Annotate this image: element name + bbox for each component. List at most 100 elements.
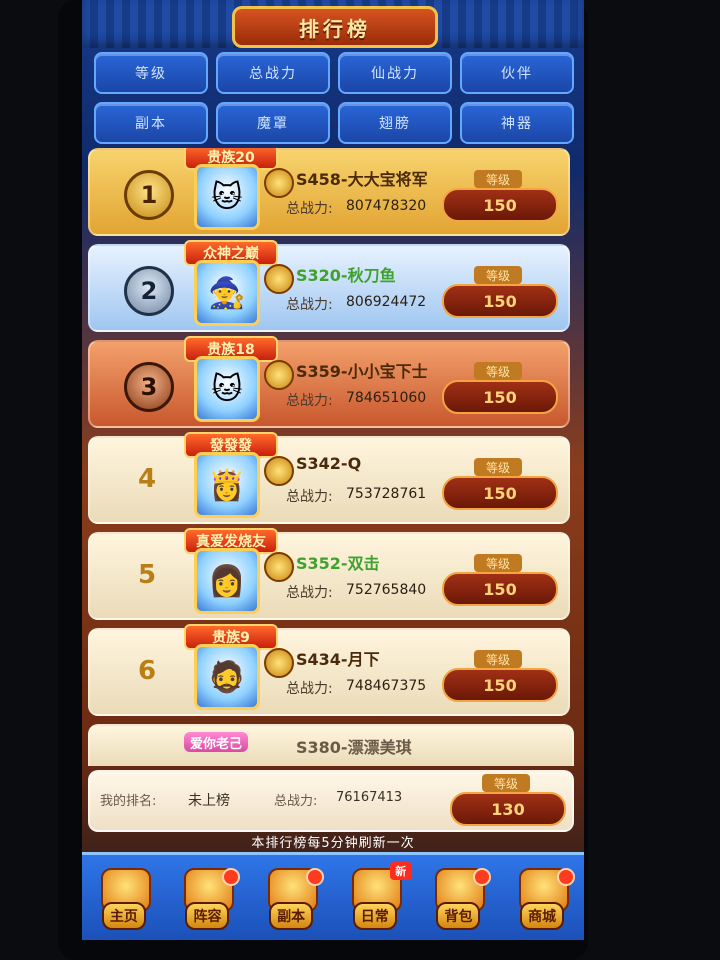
power-label: 总战力:	[286, 393, 333, 409]
nav-lineup[interactable]: 阵容	[172, 862, 242, 936]
tab-artifact[interactable]: 神器	[460, 102, 574, 144]
nav-home[interactable]: 主页	[89, 862, 159, 936]
table-row[interactable]: 2 众神之巅 🧙 S320-秋刀鱼 总战力: 806924472 等级 150	[88, 240, 570, 332]
table-row[interactable]: 3 贵族18 🐱 S359-小小宝下士 总战力: 784651060 等级 15…	[88, 336, 570, 428]
player-name: S359-小小宝下士	[296, 362, 428, 381]
ranking-tabs: 等级 总战力 仙战力 伙伴 副本 魔罩 翅膀 神器	[94, 52, 574, 144]
nav-dungeon[interactable]: 副本	[256, 862, 326, 936]
level-box: 等级 150	[442, 650, 558, 704]
power-value: 753728761	[346, 486, 427, 502]
level-box: 等级 150	[442, 458, 558, 512]
player-name: S342-Q	[296, 454, 362, 473]
level-value: 150	[442, 188, 558, 222]
game-screen: 排行榜 等级 总战力 仙战力 伙伴 副本 魔罩 翅膀 神器 1 贵族20 🐱 S…	[82, 0, 584, 940]
notification-dot-icon	[222, 868, 241, 886]
tab-wings[interactable]: 翅膀	[338, 102, 452, 144]
player-name: S352-双击	[296, 554, 380, 573]
bottom-nav: 主页 阵容 副本 新 日常 背包 商城	[82, 852, 584, 940]
rank-3-medal: 3	[124, 362, 174, 412]
tab-dungeon[interactable]: 副本	[94, 102, 208, 144]
power-label: 总战力:	[286, 201, 333, 217]
table-row[interactable]: 1 贵族20 🐱 S458-大大宝将军 总战力: 807478320 等级 15…	[88, 148, 570, 236]
rank-number: 4	[137, 464, 157, 494]
ranking-list[interactable]: 1 贵族20 🐱 S458-大大宝将军 总战力: 807478320 等级 15…	[88, 148, 576, 766]
my-power-value: 76167413	[336, 790, 403, 805]
refresh-note: 本排行榜每5分钟刷新一次	[251, 836, 415, 851]
player-name: S434-月下	[296, 650, 380, 669]
nav-label: 阵容	[185, 902, 230, 930]
rank-number: 6	[137, 656, 157, 686]
power-value: 807478320	[346, 198, 427, 214]
player-name: S380-漂漂美琪	[296, 738, 412, 757]
tab-partner[interactable]: 伙伴	[460, 52, 574, 94]
level-label: 等级	[474, 362, 522, 380]
vip-icon	[264, 264, 294, 294]
tab-immortal-power[interactable]: 仙战力	[338, 52, 452, 94]
my-rank-label: 我的排名:	[100, 794, 157, 809]
nav-label: 日常	[352, 902, 397, 930]
level-label: 等级	[474, 554, 522, 572]
table-row[interactable]: 6 贵族9 🧔 S434-月下 总战力: 748467375 等级 150	[88, 624, 570, 716]
rank-number: 5	[137, 560, 157, 590]
level-label: 等级	[474, 458, 522, 476]
power-value: 784651060	[346, 390, 427, 406]
power-value: 806924472	[346, 294, 427, 310]
vip-icon	[264, 168, 294, 198]
avatar[interactable]: 🐱	[194, 164, 260, 230]
avatar[interactable]: 👩	[194, 548, 260, 614]
tab-mozhao[interactable]: 魔罩	[216, 102, 330, 144]
power-label: 总战力:	[286, 585, 333, 601]
avatar[interactable]: 🐱	[194, 356, 260, 422]
player-name: S320-秋刀鱼	[296, 266, 396, 285]
level-value: 150	[442, 668, 558, 702]
power-label: 总战力:	[286, 681, 333, 697]
player-name: S458-大大宝将军	[296, 170, 428, 189]
vip-icon	[264, 456, 294, 486]
nav-shop[interactable]: 商城	[507, 862, 577, 936]
power-label: 总战力:	[286, 297, 333, 313]
level-box: 等级 150	[442, 266, 558, 320]
nav-label: 主页	[101, 902, 146, 930]
avatar[interactable]: 🧙	[194, 260, 260, 326]
level-box: 等级 150	[442, 362, 558, 416]
level-value: 150	[442, 476, 558, 510]
new-badge: 新	[389, 862, 412, 880]
power-label: 总战力:	[286, 489, 333, 505]
avatar[interactable]: 🧔	[194, 644, 260, 710]
rank-1-medal: 1	[124, 170, 174, 220]
level-value: 150	[442, 380, 558, 414]
vip-icon	[264, 552, 294, 582]
rank-2-medal: 2	[124, 266, 174, 316]
level-value: 150	[442, 572, 558, 606]
tab-level[interactable]: 等级	[94, 52, 208, 94]
title-tag: 爱你老己	[184, 732, 249, 752]
header: 排行榜	[82, 0, 584, 48]
avatar[interactable]: 👸	[194, 452, 260, 518]
tab-total-power[interactable]: 总战力	[216, 52, 330, 94]
level-box: 等级 150	[442, 554, 558, 608]
table-row[interactable]: 4 發發發 👸 S342-Q 总战力: 753728761 等级 150	[88, 432, 570, 524]
nav-label: 背包	[436, 902, 481, 930]
notification-dot-icon	[473, 868, 492, 886]
my-level-label: 等级	[482, 774, 530, 792]
my-rank-status: 未上榜	[188, 793, 230, 809]
my-power-label: 总战力:	[274, 794, 318, 809]
notification-dot-icon	[557, 868, 576, 886]
power-value: 748467375	[346, 678, 427, 694]
table-row-partial[interactable]: 爱你老己 S380-漂漂美琪	[88, 724, 574, 766]
nav-bag[interactable]: 背包	[423, 862, 493, 936]
nav-label: 副本	[269, 902, 314, 930]
table-row[interactable]: 5 真爱发烧友 👩 S352-双击 总战力: 752765840 等级 150	[88, 528, 570, 620]
page-title: 排行榜	[232, 6, 438, 48]
level-box: 等级 150	[442, 170, 558, 224]
vip-icon	[264, 360, 294, 390]
power-value: 752765840	[346, 582, 427, 598]
my-level-value: 130	[450, 792, 566, 826]
level-label: 等级	[474, 266, 522, 284]
notification-dot-icon	[306, 868, 325, 886]
level-value: 150	[442, 284, 558, 318]
nav-label: 商城	[520, 902, 565, 930]
my-rank-panel: 我的排名: 未上榜 总战力: 76167413 等级 130	[88, 770, 574, 832]
my-level-box: 等级 130	[450, 774, 566, 828]
nav-daily[interactable]: 新 日常	[340, 862, 412, 936]
